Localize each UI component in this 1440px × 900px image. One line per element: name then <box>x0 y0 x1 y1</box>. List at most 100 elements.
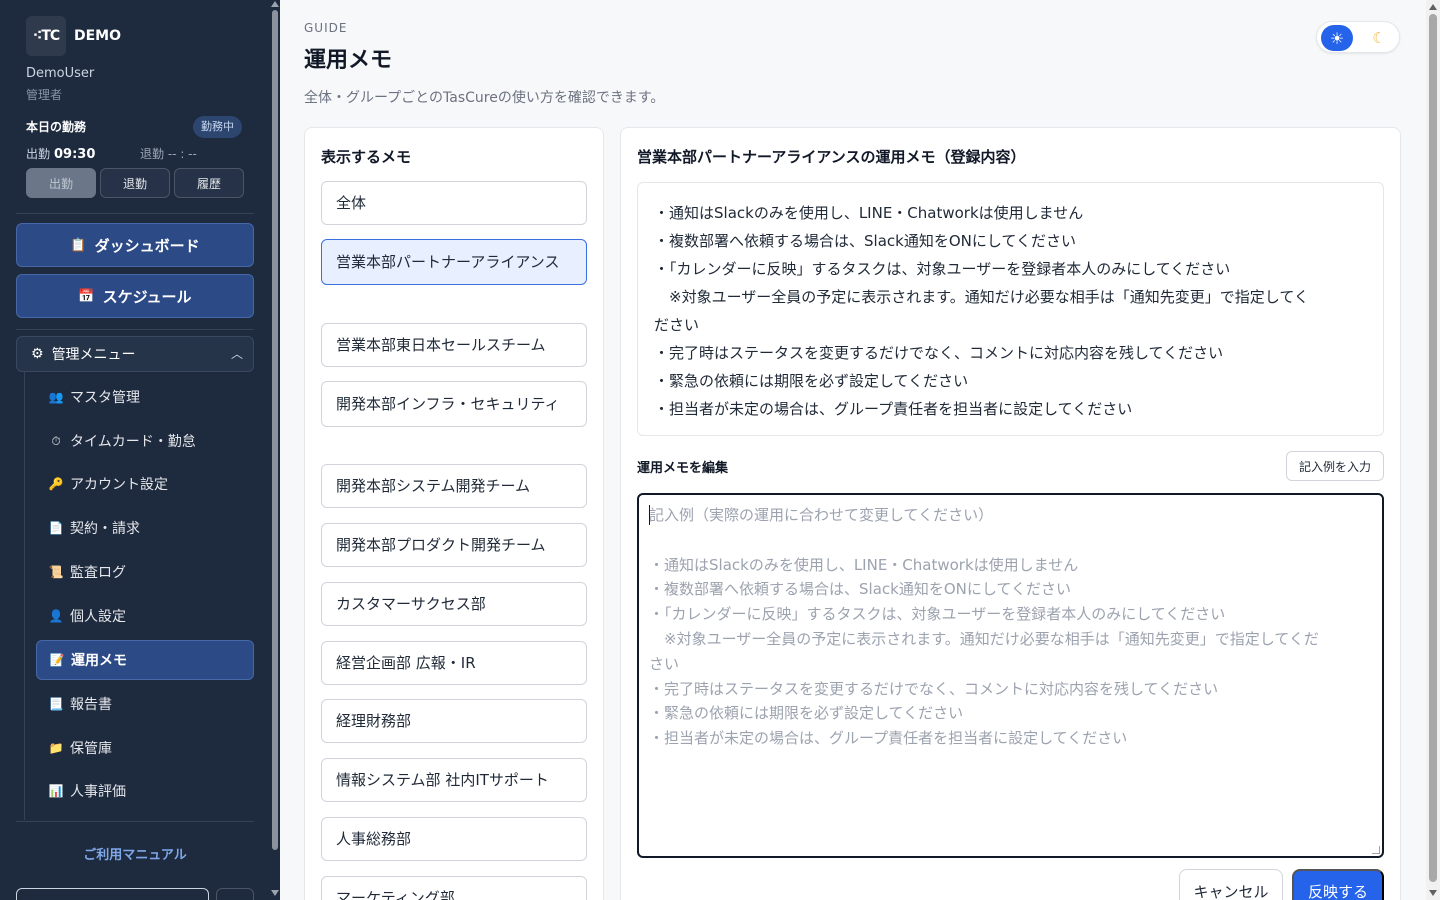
clipboard-icon: 📋 <box>70 237 87 253</box>
scroll-up-icon[interactable] <box>271 1 279 7</box>
sidebar-item-label: 人事評価 <box>70 784 126 800</box>
placeholder-line: ・緊急の依頼には期限を必ず設定してください <box>649 704 964 723</box>
memo-list-item[interactable]: マーケティング部 <box>321 876 587 900</box>
cancel-button[interactable]: キャンセル <box>1179 869 1283 900</box>
folder-icon: 📁 <box>48 741 64 755</box>
memo-list-item[interactable]: 経営企画部 広報・IR <box>321 641 587 685</box>
sidebar-item-label: アカウント設定 <box>70 477 168 493</box>
key-icon: 🔑 <box>48 477 64 491</box>
sidebar-item-8[interactable]: 📁 保管庫 <box>36 728 254 768</box>
scroll-icon: 📜 <box>48 565 64 579</box>
theme-toggle[interactable]: ☀ ☾ <box>1316 21 1400 53</box>
memo-line: ・「カレンダーに反映」するタスクは、対象ユーザーを登録者本人のみにしてください <box>654 260 1231 278</box>
sidebar-item-2[interactable]: 🔑 アカウント設定 <box>36 464 254 504</box>
memo-list-item[interactable]: 経理財務部 <box>321 699 587 743</box>
memo-list-item[interactable]: 全体 <box>321 181 587 225</box>
clock-out-button[interactable]: 退勤 <box>100 168 170 198</box>
sidebar-item-5[interactable]: 👤 個人設定 <box>36 596 254 636</box>
gear-icon: ⚙ <box>31 346 44 362</box>
sidebar-item-label: 運用メモ <box>71 653 127 669</box>
memo-list-item[interactable]: 情報システム部 社内ITサポート <box>321 758 587 802</box>
sidebar-bottom-button[interactable] <box>216 888 254 900</box>
attendance-status-badge: 勤務中 <box>193 116 242 138</box>
apply-button[interactable]: 反映する <box>1292 869 1384 900</box>
memo-line: ・複数部署へ依頼する場合は、Slack通知をONにしてください <box>654 232 1076 250</box>
memo-icon: 📝 <box>49 653 65 667</box>
page-title: 運用メモ <box>304 48 393 73</box>
admin-menu-toggle[interactable]: ⚙ 管理メニュー ︿ <box>16 336 254 372</box>
placeholder-line: ・複数部署へ依頼する場合は、Slack通知をONにしてください <box>649 580 1071 599</box>
bar-chart-icon: 📊 <box>48 784 64 798</box>
insert-example-button[interactable]: 記入例を入力 <box>1286 451 1384 481</box>
brand-logo: ⁖TC <box>26 16 66 56</box>
brand-name: DEMO <box>74 28 122 44</box>
clock-in-display: 出勤 09:30 <box>26 145 95 162</box>
memo-line: ・完了時はステータスを変更するだけでなく、コメントに対応内容を残してください <box>654 344 1224 362</box>
sidebar-item-6[interactable]: 📝 運用メモ <box>36 640 254 680</box>
memo-list-item[interactable]: 開発本部プロダクト開発チーム <box>321 523 587 567</box>
scroll-down-icon[interactable] <box>271 890 279 896</box>
sidebar-item-0[interactable]: 👥 マスタ管理 <box>36 377 254 417</box>
sidebar-item-9[interactable]: 📊 人事評価 <box>36 771 254 811</box>
person-icon: 👤 <box>48 609 64 623</box>
placeholder-line: ・通知はSlackのみを使用し、LINE・Chatworkは使用しません <box>649 555 1079 574</box>
placeholder-line: ・担当者が未定の場合は、グループ責任者を担当者に設定してください <box>649 729 1128 748</box>
memo-list-item[interactable]: 営業本部パートナーアライアンス <box>321 239 587 285</box>
memo-line: ※対象ユーザー全員の予定に表示されます。通知だけ必要な相手は「通知先変更」で指定… <box>654 288 1309 306</box>
history-button[interactable]: 履歴 <box>174 168 244 198</box>
sidebar-item-label: 報告書 <box>70 697 112 713</box>
scroll-down-icon[interactable] <box>1429 890 1437 896</box>
scroll-up-icon[interactable] <box>1429 4 1437 10</box>
admin-menu-label: 管理メニュー <box>51 347 136 363</box>
sidebar: ⁖TC DEMO DemoUser 管理者 本日の勤務 勤務中 出勤 09:30 … <box>0 0 280 900</box>
memo-content: ・通知はSlackのみを使用し、LINE・Chatworkは使用しません ・複数… <box>637 182 1384 436</box>
sidebar-item-3[interactable]: 📄 契約・請求 <box>36 508 254 548</box>
memo-list-item[interactable]: カスタマーサクセス部 <box>321 582 587 626</box>
clock-out-display: 退勤 -- : -- <box>140 145 197 162</box>
placeholder-line: ※対象ユーザー全員の予定に表示されます。通知だけ必要な相手は「通知先変更」で指定… <box>649 629 1319 648</box>
editor-label: 運用メモを編集 <box>637 461 729 476</box>
sidebar-item-label: 監査ログ <box>70 565 126 581</box>
sidebar-item-label: タイムカード・勤怠 <box>70 434 196 450</box>
sidebar-item-label: 個人設定 <box>70 609 126 625</box>
memo-list-item[interactable]: 開発本部システム開発チーム <box>321 464 587 508</box>
clock-in-label: 出勤 <box>26 147 51 161</box>
nav-dashboard[interactable]: 📋 ダッシュボード <box>16 223 254 267</box>
brand[interactable]: ⁖TC DEMO <box>26 16 121 56</box>
memo-editor-textarea[interactable]: 記入例（実際の運用に合わせて変更してください） ​ ・通知はSlackのみを使用… <box>637 493 1384 858</box>
clock-in-button[interactable]: 出勤 <box>26 168 96 198</box>
page-scroll-thumb[interactable] <box>1429 14 1437 882</box>
user-name: DemoUser <box>26 66 95 81</box>
memo-line: ださい <box>654 316 700 334</box>
memo-line: ・緊急の依頼には期限を必ず設定してください <box>654 372 969 390</box>
sidebar-item-1[interactable]: ⏱ タイムカード・勤怠 <box>36 421 254 461</box>
sidebar-item-4[interactable]: 📜 監査ログ <box>36 552 254 592</box>
memo-list-item[interactable]: 開発本部インフラ・セキュリティ <box>321 381 587 427</box>
document-icon: 📄 <box>48 521 64 535</box>
clock-out-time: -- : -- <box>167 147 197 161</box>
memo-detail-title: 営業本部パートナーアライアンスの運用メモ（登録内容） <box>637 148 1026 166</box>
memo-detail-panel: 営業本部パートナーアライアンスの運用メモ（登録内容） ・通知はSlackのみを使… <box>620 127 1401 900</box>
resize-handle-icon[interactable] <box>1372 846 1380 854</box>
memo-list-item[interactable]: 営業本部東日本セールスチーム <box>321 323 587 367</box>
sidebar-scroll-thumb[interactable] <box>272 10 278 850</box>
sidebar-item-label: 契約・請求 <box>70 521 140 537</box>
placeholder-line: ・「カレンダーに反映」するタスクは、対象ユーザーを登録者本人のみにしてください <box>649 605 1226 624</box>
moon-icon[interactable]: ☾ <box>1367 25 1391 51</box>
memo-list-title: 表示するメモ <box>321 148 412 166</box>
sidebar-divider <box>16 213 254 214</box>
placeholder-line: さい <box>649 654 680 673</box>
memo-list-item[interactable]: 人事総務部 <box>321 817 587 861</box>
page-icon: 📃 <box>48 697 64 711</box>
stopwatch-icon: ⏱ <box>51 433 61 448</box>
nav-schedule[interactable]: 📅 スケジュール <box>16 274 254 318</box>
sidebar-item-7[interactable]: 📃 報告書 <box>36 684 254 724</box>
clock-in-time: 09:30 <box>54 147 96 162</box>
chevron-up-icon: ︿ <box>230 347 243 361</box>
sun-icon[interactable]: ☀ <box>1321 25 1353 51</box>
text-caret <box>649 505 650 525</box>
user-manual-link[interactable]: ご利用マニュアル <box>0 844 270 863</box>
attendance-title: 本日の勤務 <box>26 120 87 134</box>
placeholder-line: ・完了時はステータスを変更するだけでなく、コメントに対応内容を残してください <box>649 679 1219 698</box>
sidebar-bottom-field[interactable] <box>16 888 209 900</box>
